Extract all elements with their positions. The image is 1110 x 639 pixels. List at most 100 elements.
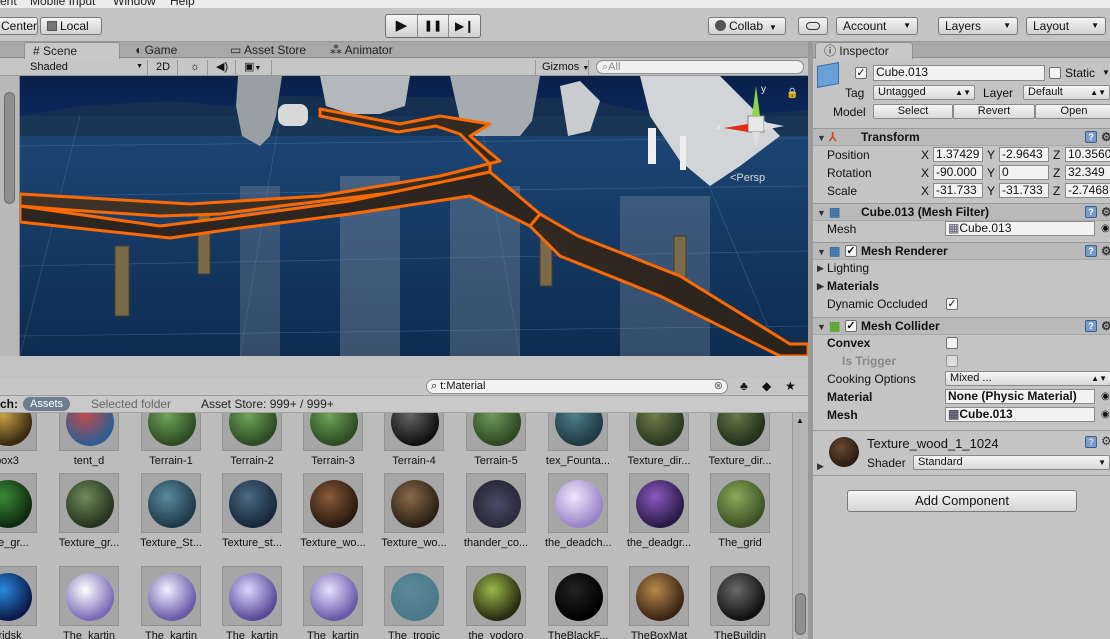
gear-icon[interactable]: ⚙ [1101, 243, 1110, 260]
object-name-field[interactable]: Cube.013 [873, 65, 1045, 81]
collider-material-field[interactable]: None (Physic Material) [945, 389, 1095, 404]
mesh-collider-header[interactable]: ▼ ▦ ✓ Mesh Collider ? ⚙ [813, 317, 1110, 335]
menu-item-edit[interactable]: ent [0, 0, 17, 8]
asset-tile[interactable]: Terrain-5 [463, 413, 529, 479]
asset-tile[interactable]: Texture_wo... [381, 473, 447, 561]
scope-assets-chip[interactable]: Assets [23, 397, 71, 411]
asset-tile[interactable]: Texture_st... [219, 473, 285, 561]
asset-tile[interactable]: Texture_wo... [300, 473, 366, 561]
filter-label-icon[interactable]: ◆ [762, 379, 771, 393]
gear-icon[interactable]: ⚙ [1101, 204, 1110, 221]
asset-tile[interactable]: the_vodoro [463, 566, 529, 639]
active-checkbox[interactable]: ✓ [855, 67, 867, 79]
asset-tile[interactable]: Texture_gr... [56, 473, 122, 561]
convex-checkbox[interactable] [946, 337, 958, 349]
mode-2d-toggle[interactable]: 2D [150, 60, 178, 75]
gizmos-dropdown[interactable]: Gizmos ▼ [535, 60, 589, 75]
asset-tile[interactable]: The_kartin [300, 566, 366, 639]
position-x-field[interactable]: 1.37429 [933, 147, 983, 162]
layers-dropdown[interactable]: Layers ▼ [938, 17, 1018, 35]
asset-tile[interactable]: Terrain-3 [300, 413, 366, 479]
mesh-filter-mesh-field[interactable]: ▦Cube.013 [945, 221, 1095, 236]
model-select-button[interactable]: Select [873, 104, 953, 119]
scrollbar-thumb[interactable] [795, 593, 806, 635]
asset-tile[interactable]: tex_Founta... [545, 413, 611, 479]
tab-inspector[interactable]: ⓘ Inspector [815, 42, 913, 59]
asset-tile[interactable]: TheBoxMat [626, 566, 692, 639]
asset-tile[interactable]: thander_co... [463, 473, 529, 561]
asset-tile[interactable]: the_deadgr... [626, 473, 692, 561]
asset-tile[interactable]: ture_gr... [0, 473, 40, 561]
position-z-field[interactable]: 10.3560 [1065, 147, 1110, 162]
menu-item-mobile-input[interactable]: Mobile Input [30, 0, 95, 8]
lighting-toggle[interactable]: ☼ [184, 60, 208, 75]
asset-tile[interactable]: Texture_dir... [707, 413, 773, 479]
object-picker-icon[interactable]: ◉ [1101, 220, 1110, 238]
scale-z-field[interactable]: -2.7468 [1065, 183, 1110, 198]
add-component-button[interactable]: Add Component [847, 490, 1077, 512]
asset-grid-scrollbar[interactable]: ▲ [792, 413, 808, 639]
model-revert-button[interactable]: Revert [953, 104, 1035, 119]
mesh-filter-header[interactable]: ▼ ▦ Cube.013 (Mesh Filter) ? ⚙ [813, 203, 1110, 221]
mesh-renderer-header[interactable]: ▼ ▦ ✓ Mesh Renderer ? ⚙ [813, 242, 1110, 260]
asset-tile[interactable]: Texture_St... [138, 473, 204, 561]
help-icon[interactable]: ? [1085, 131, 1097, 143]
layer-dropdown[interactable]: Default ▲▼ [1023, 85, 1110, 100]
rotation-y-field[interactable]: 0 [999, 165, 1049, 180]
mesh-collider-enabled-checkbox[interactable]: ✓ [845, 320, 857, 332]
filter-type-icon[interactable]: ♣ [740, 379, 748, 393]
audio-toggle[interactable]: ◀) [210, 60, 236, 75]
collab-button[interactable]: Collab ▼ [708, 17, 786, 35]
rotation-x-field[interactable]: -90.000 [933, 165, 983, 180]
scene-viewport[interactable]: x y <Persp 🔒 [20, 76, 808, 356]
asset-tile[interactable]: The_kartin [219, 566, 285, 639]
scene-left-scrollbar[interactable] [0, 76, 20, 356]
asset-store-count[interactable]: Asset Store: 999+ / 999+ [201, 397, 334, 411]
asset-tile[interactable]: Texture_dir... [626, 413, 692, 479]
menu-item-window[interactable]: Window [113, 0, 156, 8]
collider-mesh-field[interactable]: ▦Cube.013 [945, 407, 1095, 422]
cloud-button[interactable] [798, 17, 828, 35]
help-icon[interactable]: ? [1085, 206, 1097, 218]
cooking-options-dropdown[interactable]: Mixed ... ▲▼ [945, 371, 1110, 386]
asset-tile[interactable]: The_kartin [138, 566, 204, 639]
asset-tile[interactable]: the_deadch... [545, 473, 611, 561]
collapse-triangle-icon[interactable]: ▼ [817, 130, 826, 147]
expand-triangle-icon[interactable]: ▶ [817, 259, 824, 277]
tag-dropdown[interactable]: Untagged ▲▼ [873, 85, 975, 100]
account-dropdown[interactable]: Account ▼ [836, 17, 918, 35]
asset-tile[interactable]: Terrain-1 [138, 413, 204, 479]
lighting-row[interactable]: ▶ Lighting [813, 259, 1110, 277]
rotation-z-field[interactable]: 32.349 [1065, 165, 1110, 180]
model-open-button[interactable]: Open [1035, 104, 1110, 119]
pivot-center-button[interactable]: Center [0, 17, 38, 35]
gear-icon[interactable]: ⚙ [1101, 129, 1110, 146]
dynamic-occluded-checkbox[interactable]: ✓ [946, 298, 958, 310]
clear-search-icon[interactable]: ⊗ [714, 380, 723, 393]
position-y-field[interactable]: -2.9643 [999, 147, 1049, 162]
tab-asset-store[interactable]: ▭ Asset Store [222, 42, 314, 59]
shader-dropdown[interactable]: Standard ▼ [913, 455, 1110, 470]
asset-tile[interactable]: box3 [0, 413, 40, 479]
scene-search-input[interactable]: ⌕All [596, 60, 804, 74]
asset-tile[interactable]: Terrain-2 [219, 413, 285, 479]
static-dropdown-icon[interactable]: ▼ [1102, 68, 1110, 77]
step-button[interactable]: ▶❙ [449, 15, 480, 37]
menu-item-help[interactable]: Help [170, 0, 195, 8]
transform-header[interactable]: ▼ ⅄ Transform ? ⚙ [813, 128, 1110, 146]
help-icon[interactable]: ? [1085, 320, 1097, 332]
tab-scene[interactable]: # Scene [24, 42, 120, 59]
space-local-button[interactable]: Local [40, 17, 102, 35]
gear-icon[interactable]: ⚙ [1101, 318, 1110, 335]
scrollbar-thumb[interactable] [4, 92, 15, 204]
asset-tile[interactable]: TheBlackF... [545, 566, 611, 639]
scale-y-field[interactable]: -31.733 [999, 183, 1049, 198]
object-picker-icon[interactable]: ◉ [1101, 406, 1110, 424]
play-button[interactable]: ▶ [386, 15, 418, 37]
help-icon[interactable]: ? [1085, 436, 1097, 448]
asset-tile[interactable]: Terrain-4 [381, 413, 447, 479]
layout-dropdown[interactable]: Layout ▼ [1026, 17, 1106, 35]
static-checkbox[interactable] [1049, 67, 1061, 79]
project-search-input[interactable]: ⌕ t:Material ⊗ [426, 379, 728, 394]
asset-tile[interactable]: The_kartin [56, 566, 122, 639]
